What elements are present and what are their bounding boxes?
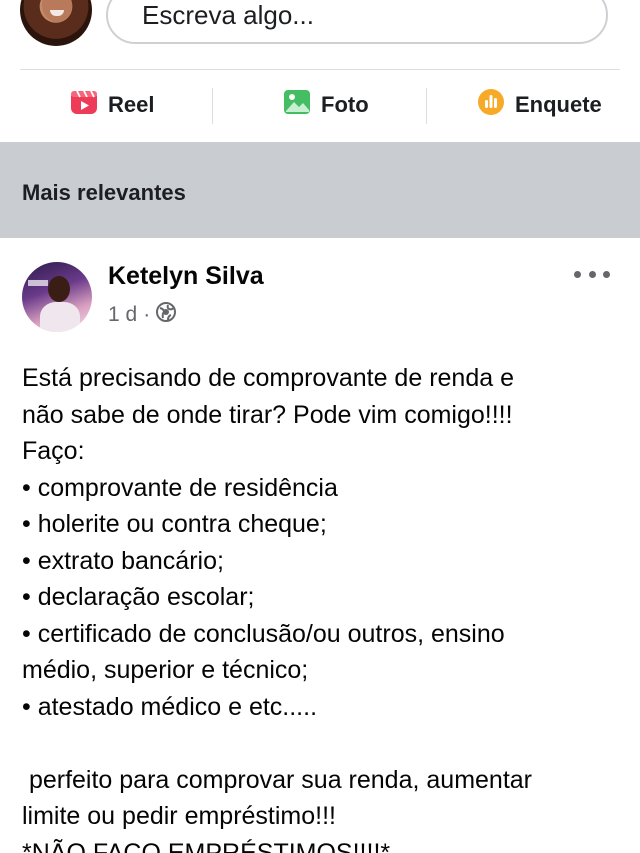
post-line: • extrato bancário; — [22, 546, 224, 575]
poll-button[interactable]: Enquete — [477, 88, 602, 122]
more-options-button[interactable] — [574, 262, 610, 286]
action-separator — [212, 88, 213, 124]
author-avatar[interactable] — [22, 262, 92, 332]
meta-separator: · — [143, 303, 151, 326]
post-line: • atestado médico e etc..... — [22, 692, 318, 721]
post-meta: 1 d · — [108, 302, 177, 328]
post-line — [22, 725, 622, 762]
facebook-group-feed: Escreva algo... Reel Foto Enquete Mais r… — [0, 0, 640, 853]
reel-label: Reel — [108, 92, 155, 117]
more-dot-icon — [588, 270, 596, 278]
post-line: Está precisando de comprovante de renda … — [22, 364, 514, 392]
post-text: Está precisando de comprovante de renda … — [22, 360, 622, 853]
write-something-input[interactable]: Escreva algo... — [106, 0, 608, 44]
globe-icon — [156, 302, 177, 328]
reel-icon — [70, 88, 98, 122]
avatar-figure-head — [48, 276, 70, 302]
post-line: médio, superior e técnico; — [22, 656, 309, 684]
action-separator — [426, 88, 427, 124]
more-dot-icon — [603, 270, 610, 278]
avatar-figure-body — [40, 302, 80, 332]
post-line: • comprovante de residência — [22, 473, 338, 502]
poll-label: Enquete — [515, 92, 602, 117]
post-line: • declaração escolar; — [22, 583, 255, 611]
photo-label: Foto — [321, 92, 369, 117]
post-line: perfeito para comprovar sua renda, aumen… — [22, 765, 532, 794]
current-user-avatar[interactable] — [20, 0, 92, 46]
post-author-name[interactable]: Ketelyn Silva — [108, 262, 264, 291]
composer-placeholder: Escreva algo... — [142, 0, 314, 30]
sort-order-label[interactable]: Mais relevantes — [22, 180, 186, 206]
reel-button[interactable]: Reel — [70, 88, 154, 122]
more-dot-icon — [574, 270, 581, 278]
composer-actions: Reel Foto Enquete — [0, 70, 640, 140]
post-line: não sabe de onde tirar? Pode vim comigo!… — [22, 400, 513, 429]
post-line: • holerite ou contra cheque; — [22, 510, 327, 538]
photo-icon — [283, 88, 311, 122]
post-line: Faço: — [22, 437, 85, 465]
post-line: limite ou pedir empréstimo!!! — [22, 802, 337, 830]
post-timestamp[interactable]: 1 d — [108, 303, 137, 327]
avatar-overlay-text — [28, 280, 48, 286]
poll-icon — [477, 88, 505, 122]
post-line: • certificado de conclusão/ou outros, en… — [22, 619, 505, 648]
post-line: *NÃO FAÇO EMPRÉSTIMOS!!!!* — [22, 838, 391, 853]
photo-button[interactable]: Foto — [283, 88, 369, 122]
post-composer: Escreva algo... — [0, 0, 640, 70]
